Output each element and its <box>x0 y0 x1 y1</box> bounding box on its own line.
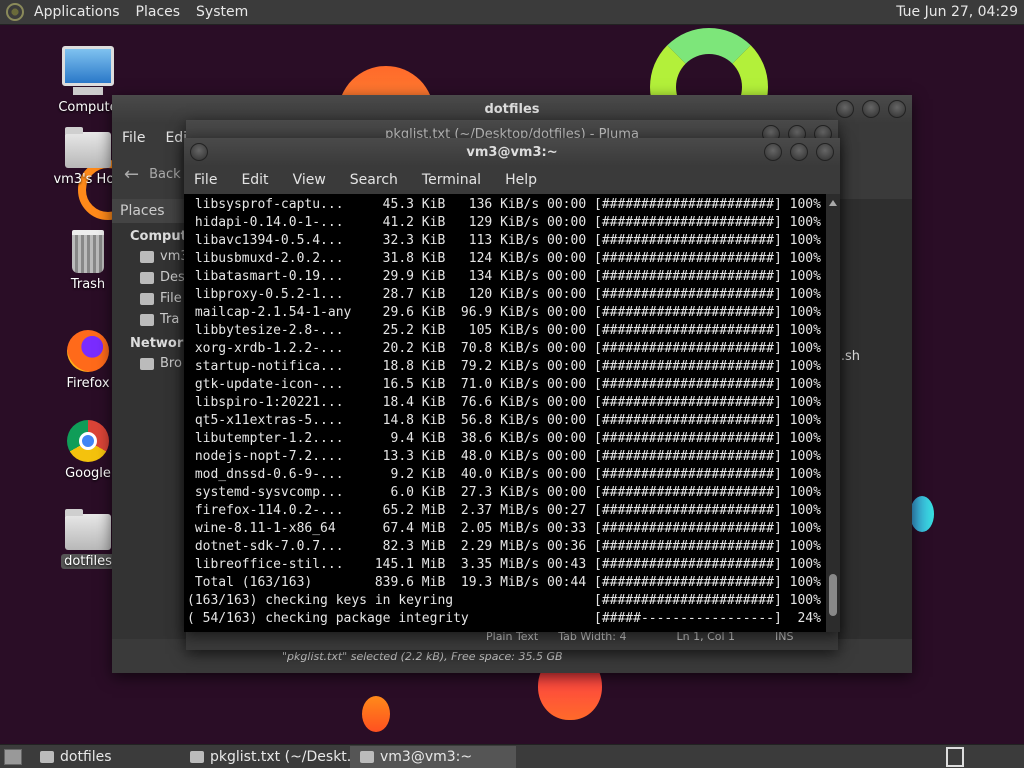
term-menu-search[interactable]: Search <box>336 172 408 188</box>
home-folder-icon <box>65 127 111 168</box>
home-icon <box>140 250 154 263</box>
folder-icon <box>65 509 111 550</box>
terminal-output[interactable]: libsysprof-captu... 45.3 KiB 136 KiB/s 0… <box>184 194 826 632</box>
terminal-icon <box>360 750 374 763</box>
file-manager-window-buttons <box>836 100 906 118</box>
top-panel: Applications Places System Tue Jun 27, 0… <box>0 0 1024 25</box>
fm-menu-file[interactable]: File <box>112 130 155 146</box>
chrome-icon <box>67 420 109 462</box>
sidebar-item-label: File <box>160 291 182 306</box>
terminal-line: qt5-x11extras-5.... 14.8 KiB 56.8 KiB/s … <box>194 413 821 428</box>
task-label: vm3@vm3:~ <box>380 748 473 765</box>
sidebar-item-label: Bro <box>160 356 182 371</box>
terminal-line: xorg-xrdb-1.2.2-... 20.2 KiB 70.8 KiB/s … <box>194 341 821 356</box>
text-editor-icon <box>190 750 204 763</box>
task-pluma[interactable]: pkglist.txt (~/Deskt... <box>180 746 350 768</box>
terminal-line: libavc1394-0.5.4... 32.3 KiB 113 KiB/s 0… <box>194 233 821 248</box>
computer-icon <box>62 46 114 95</box>
maximize-icon[interactable] <box>790 143 808 161</box>
terminal-line: Total (163/163) 839.6 MiB 19.3 MiB/s 00:… <box>194 575 821 590</box>
scrollbar-thumb[interactable] <box>829 574 837 616</box>
show-desktop-icon[interactable] <box>4 748 22 765</box>
trash-icon <box>72 230 104 273</box>
terminal-line: libutempter-1.2.... 9.4 KiB 38.6 KiB/s 0… <box>194 431 821 446</box>
wallpaper-small-blob <box>362 696 390 732</box>
terminal-line: systemd-sysvcomp... 6.0 KiB 27.3 KiB/s 0… <box>194 485 821 500</box>
terminal-menu-button <box>190 143 208 161</box>
wallpaper-blue-blob <box>910 496 934 532</box>
terminal-line: libatasmart-0.19... 29.9 KiB 134 KiB/s 0… <box>194 269 821 284</box>
terminal-line: dotnet-sdk-7.0.7... 82.3 MiB 2.29 MiB/s … <box>194 539 821 554</box>
firefox-icon <box>67 330 109 372</box>
file-manager-titlebar[interactable]: dotfiles <box>112 95 912 123</box>
sidebar-item-label: Des <box>160 270 185 285</box>
minimize-icon[interactable] <box>836 100 854 118</box>
term-menu-terminal[interactable]: Terminal <box>408 172 491 188</box>
terminal-line: libproxy-0.5.2-1... 28.7 KiB 120 KiB/s 0… <box>194 287 821 302</box>
terminal-line: wine-8.11-1-x86_64 67.4 MiB 2.05 MiB/s 0… <box>194 521 821 536</box>
term-menu-file[interactable]: File <box>184 172 227 188</box>
file-manager-title: dotfiles <box>484 101 540 117</box>
task-label: pkglist.txt (~/Deskt... <box>210 748 350 765</box>
task-terminal[interactable]: vm3@vm3:~ <box>350 745 516 768</box>
window-menu-icon[interactable] <box>190 143 208 161</box>
applications-menu[interactable]: Applications <box>26 4 128 20</box>
network-icon <box>140 357 154 370</box>
terminal-line: mod_dnssd-0.6-9-... 9.2 KiB 40.0 KiB/s 0… <box>194 467 821 482</box>
terminal-line: mailcap-2.1.54-1-any 29.6 KiB 96.9 KiB/s… <box>194 305 821 320</box>
terminal-line: libbytesize-2.8-... 25.2 KiB 105 KiB/s 0… <box>194 323 821 338</box>
terminal-line: hidapi-0.14.0-1-... 41.2 KiB 129 KiB/s 0… <box>194 215 821 230</box>
desktop-icon <box>140 271 154 284</box>
terminal-line: gtk-update-icon-... 16.5 KiB 71.0 KiB/s … <box>194 377 821 392</box>
terminal-line: libreoffice-stil... 145.1 MiB 3.35 MiB/s… <box>194 557 821 572</box>
panel-clock[interactable]: Tue Jun 27, 04:29 <box>896 4 1024 20</box>
term-menu-edit[interactable]: Edit <box>227 172 278 188</box>
sidebar-item-label: Tra <box>160 312 180 327</box>
terminal-line: (163/163) checking keys in keyring [####… <box>187 593 821 608</box>
scroll-up-icon[interactable] <box>829 196 837 206</box>
task-dotfiles[interactable]: dotfiles <box>30 746 180 768</box>
term-menu-view[interactable]: View <box>279 172 336 188</box>
back-button[interactable]: Back <box>149 167 181 182</box>
terminal-line: libsysprof-captu... 45.3 KiB 136 KiB/s 0… <box>194 197 821 212</box>
mate-logo-icon[interactable] <box>6 3 24 21</box>
terminal-line: libusbmuxd-2.0.2... 31.8 KiB 124 KiB/s 0… <box>194 251 821 266</box>
terminal-window-buttons <box>764 143 834 161</box>
close-icon[interactable] <box>816 143 834 161</box>
places-menu[interactable]: Places <box>128 4 189 20</box>
terminal-title: vm3@vm3:~ <box>466 144 558 160</box>
terminal-line: firefox-114.0.2-... 65.2 MiB 2.37 MiB/s … <box>194 503 821 518</box>
term-menu-help[interactable]: Help <box>491 172 547 188</box>
back-arrow-icon[interactable]: ← <box>124 164 139 185</box>
minimize-icon[interactable] <box>764 143 782 161</box>
terminal-line: nodejs-nopt-7.2.... 13.3 KiB 48.0 KiB/s … <box>194 449 821 464</box>
terminal-line: ( 54/163) checking package integrity [##… <box>187 611 821 626</box>
terminal-line: libspiro-1:20221... 18.4 KiB 76.6 KiB/s … <box>194 395 821 410</box>
bottom-taskbar: dotfiles pkglist.txt (~/Deskt... vm3@vm3… <box>0 744 1024 768</box>
file-item-partial[interactable]: .sh <box>841 349 860 364</box>
trash-small-icon <box>140 313 154 326</box>
terminal-line: startup-notifica... 18.8 KiB 79.2 KiB/s … <box>194 359 821 374</box>
drive-icon <box>140 292 154 305</box>
terminal-text: libsysprof-captu... 45.3 KiB 136 KiB/s 0… <box>184 194 826 628</box>
system-menu[interactable]: System <box>188 4 256 20</box>
terminal-menubar: File Edit View Search Terminal Help <box>184 166 840 194</box>
task-label: dotfiles <box>60 748 112 765</box>
terminal-scrollbar[interactable] <box>826 194 840 632</box>
close-icon[interactable] <box>888 100 906 118</box>
maximize-icon[interactable] <box>862 100 880 118</box>
workspace-switcher-icon[interactable] <box>946 746 964 767</box>
terminal-titlebar[interactable]: vm3@vm3:~ <box>184 138 840 166</box>
folder-icon <box>40 750 54 763</box>
terminal-window: vm3@vm3:~ File Edit View Search Terminal… <box>184 138 840 632</box>
